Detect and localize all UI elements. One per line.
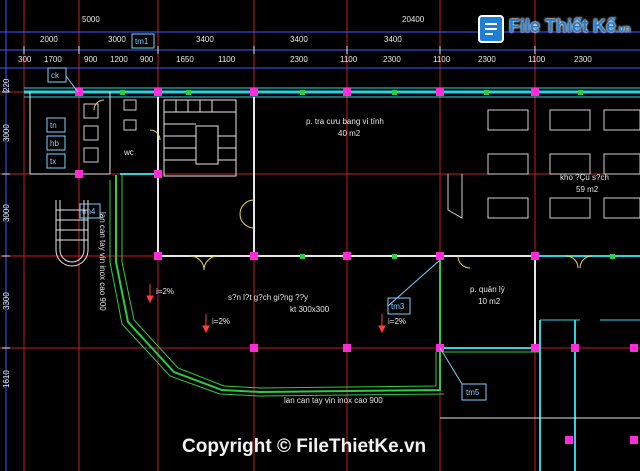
tag-label: tn <box>50 121 57 130</box>
room-area-tra-cuu: 40 m2 <box>338 129 361 138</box>
tag-label: tm5 <box>466 388 480 397</box>
floor-plan-drawing: 5000 20400 2000 3000 3400 3400 3400 3400… <box>0 0 640 471</box>
tag-label: tm3 <box>391 302 405 311</box>
room-name-san: s?n l?t g?ch gi?ng ??y <box>228 293 308 302</box>
logo-name: File Thiết Kế <box>509 16 617 36</box>
dim-row2: 1200 <box>110 55 128 64</box>
room-name-quan-ly: p. quản lý <box>470 285 505 294</box>
railing-label-side: lan can tay vịn inox cao 900 <box>98 212 107 311</box>
dim-left: 1610 <box>2 370 11 388</box>
room-name-kho: kho ?Çu s?ch <box>560 173 609 182</box>
dim-row2: 900 <box>84 55 98 64</box>
room-name-tra-cuu: p. tra cưu bang vi tính <box>306 117 384 126</box>
dim-row2: 1650 <box>176 55 194 64</box>
dim-row2: 1700 <box>44 55 62 64</box>
dim-row2: 2300 <box>383 55 401 64</box>
dim-row1: 3400 <box>384 35 402 44</box>
logo-suffix: .vn <box>616 24 631 35</box>
room-name-wc: wc <box>123 148 134 157</box>
railing-label-bottom: lan can tay vịn inox cao 900 <box>284 396 383 405</box>
tag-label: tx <box>50 157 56 166</box>
watermark-logo-text: File Thiết Kế.vn <box>509 16 630 37</box>
slope-label: i=2% <box>156 287 174 296</box>
dim-row2: 900 <box>140 55 154 64</box>
dim-row2: 1100 <box>528 55 546 64</box>
tag-label: hb <box>50 139 59 148</box>
watermark-logo: File Thiết Kế.vn <box>475 10 635 48</box>
dim-row1: 2000 <box>40 35 58 44</box>
room-area-quan-ly: 10 m2 <box>478 297 501 306</box>
dim-left: 3000 <box>2 204 11 222</box>
dim-row2: 2300 <box>478 55 496 64</box>
file-logo-icon <box>478 15 504 43</box>
room-area-kho: 59 m2 <box>576 185 599 194</box>
dim-total-left: 5000 <box>82 15 100 24</box>
dim-row2: 300 <box>18 55 32 64</box>
dim-row1: 3400 <box>196 35 214 44</box>
tag-label: tm4 <box>82 207 96 216</box>
dim-total-right: 20400 <box>402 15 425 24</box>
slope-label: i=2% <box>388 317 406 326</box>
dim-row2: 1100 <box>340 55 358 64</box>
dim-left: 3000 <box>2 124 11 142</box>
dim-row2: 2300 <box>574 55 592 64</box>
copyright-watermark: Copyright © FileThietKe.vn <box>182 436 427 457</box>
dim-left: 220 <box>2 78 11 92</box>
dim-row2: 1100 <box>218 55 236 64</box>
dim-left: 3300 <box>2 292 11 310</box>
dim-row1: 3000 <box>108 35 126 44</box>
dim-row1: 3400 <box>290 35 308 44</box>
tag-label: tm1 <box>135 37 149 46</box>
tag-label: ck <box>51 71 60 80</box>
slope-label: i=2% <box>212 317 230 326</box>
dim-row2: 1100 <box>433 55 451 64</box>
room-kt: kt 300x300 <box>290 305 330 314</box>
dim-row2: 2300 <box>290 55 308 64</box>
